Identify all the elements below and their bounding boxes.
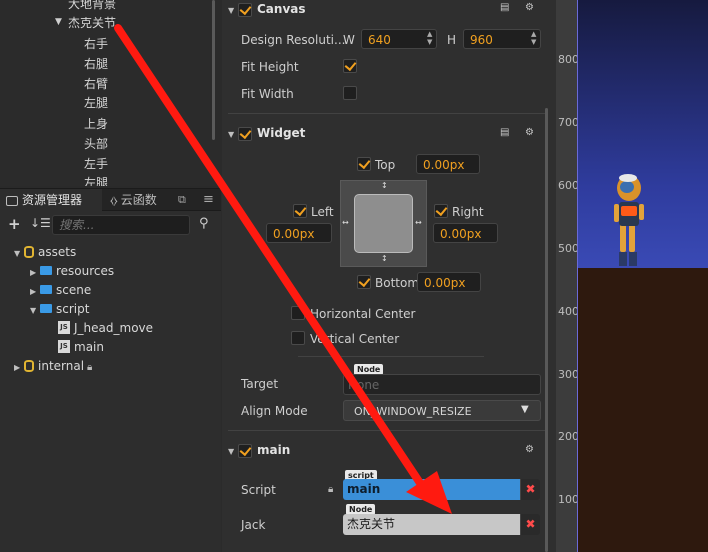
annotation-arrow bbox=[114, 24, 452, 514]
editor-window: 大地背景 ▼ 杰克关节 右手 右腿 右臂 左腿 上身 头部 左手 左腿 资源管理… bbox=[0, 0, 708, 552]
arrow-shaft bbox=[114, 24, 426, 490]
